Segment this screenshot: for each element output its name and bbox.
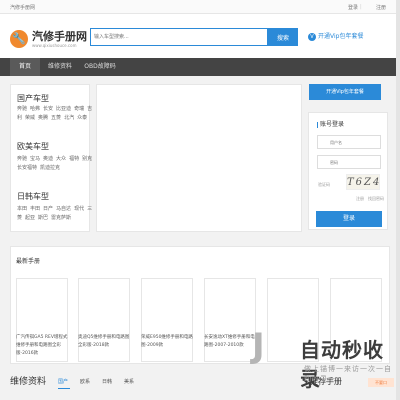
watermark: J 自动秒收录 做上锚博一来访一次一自动收录一 (248, 326, 396, 391)
site-name-small: 汽修手册网 (10, 5, 36, 11)
brand-link[interactable]: 起亚 (25, 215, 35, 221)
category-title-domestic: 国产车型 (17, 94, 49, 103)
brand-link[interactable]: 别克 (82, 156, 92, 162)
latest-title: 最新手册 (16, 258, 41, 265)
brand-link[interactable]: 长安 (43, 106, 53, 112)
page-scrollbar[interactable] (396, 0, 400, 400)
top-bar: 汽修手册网 登录 | 注册 (0, 0, 400, 14)
brand-link[interactable]: 比亚迪 (56, 106, 71, 112)
brand-link[interactable]: 马自达 (56, 206, 71, 212)
brand-link[interactable]: 众泰 (77, 115, 87, 121)
password-field[interactable] (317, 155, 381, 169)
login-button[interactable]: 登录 (316, 211, 382, 227)
brand-link[interactable]: 奥腾 (38, 115, 48, 121)
banner-area (96, 84, 302, 232)
tab-domestic[interactable]: 国产 (58, 378, 68, 385)
captcha-image[interactable]: T6Z4 (346, 174, 380, 190)
manual-card-title[interactable]: 广汽传祺GA5 REV增程式维修手册和电路图全彩版-2016款 (16, 334, 68, 358)
vip-link-label: 开通Vip包年套餐 (318, 33, 364, 40)
brand-link[interactable]: 奔驰 (17, 106, 27, 112)
brand-link[interactable]: 斯巴 (38, 215, 48, 221)
login-title: 账号登录 (317, 119, 344, 128)
brand-link[interactable]: 奔驰 (17, 156, 27, 162)
brand-link[interactable]: 五菱 (51, 115, 61, 121)
wrench-icon[interactable]: 🔧 (10, 30, 28, 48)
tab-european[interactable]: 欧系 (80, 378, 90, 385)
main-nav: 首页 维修资料 OBD故障码 (0, 58, 400, 76)
brand-link[interactable]: 日产 (43, 206, 53, 212)
vip-link[interactable]: V 开通Vip包年套餐 (308, 31, 363, 41)
site-logo-title[interactable]: 汽修手册网 (32, 28, 87, 44)
login-register-link[interactable]: 注册 (356, 196, 364, 202)
search-button[interactable]: 搜索 (268, 28, 298, 46)
captcha-label: 验证码 (318, 182, 330, 187)
active-tab-indicator (58, 388, 70, 389)
top-divider: | (360, 4, 362, 10)
brand-link[interactable]: 雷克萨斯 (51, 215, 71, 221)
brand-link[interactable]: 奇瑞 (74, 106, 84, 112)
vip-package-button[interactable]: 开通Vip包年套餐 (309, 84, 381, 100)
tab-jpkr[interactable]: 日韩 (102, 378, 112, 385)
vip-icon: V (308, 32, 316, 41)
category-links-western: 奔驰 宝马 奥迪 大众 福特 别克长安福特 凯迪拉克 (17, 155, 97, 173)
username-field[interactable] (317, 135, 381, 149)
nav-home[interactable]: 首页 (10, 58, 40, 76)
search-input[interactable] (90, 28, 268, 46)
brand-link[interactable]: 宝马 (30, 156, 40, 162)
register-link[interactable]: 注册 (376, 4, 386, 11)
brand-link[interactable]: 现代 (74, 206, 84, 212)
category-title-western: 欧美车型 (17, 142, 49, 151)
repair-docs-title: 维修资料 (10, 377, 47, 387)
site-domain: www.qixiushouce.com (32, 43, 77, 48)
manual-card-title[interactable]: 奥迪Q5维修手册和电路图全彩版-2018款 (78, 334, 130, 350)
forgot-password-link[interactable]: 找回密码 (368, 196, 384, 202)
tab-american[interactable]: 美系 (124, 378, 134, 385)
brand-link[interactable]: 丰田 (30, 206, 40, 212)
brand-link[interactable]: 大众 (56, 156, 66, 162)
login-title-label: 账号登录 (320, 121, 345, 128)
category-title-jpkr: 日韩车型 (17, 192, 49, 201)
watermark-logo-icon: J (252, 326, 265, 366)
brand-link[interactable]: 长安福特 (17, 165, 37, 171)
nav-repair-docs[interactable]: 维修资料 (42, 58, 78, 76)
category-panel: 国产车型 奔驰 哈弗 长安 比亚迪 奇瑞 吉利 荣威 奥腾 五菱 北汽 众泰 欧美车型 奔驰 宝马 奥迪… (10, 84, 92, 232)
watermark-subtitle: 做上锚博一来访一次一自动收录一 (304, 365, 392, 383)
brand-link[interactable]: 凯迪拉克 (40, 165, 60, 171)
brand-link[interactable]: 荣威 (25, 115, 35, 121)
category-links-domestic: 奔驰 哈弗 长安 比亚迪 奇瑞 吉利 荣威 奥腾 五菱 北汽 众泰 (17, 105, 97, 123)
brand-link[interactable]: 本田 (17, 206, 27, 212)
brand-link[interactable]: 奥迪 (43, 156, 53, 162)
category-links-jpkr: 本田 丰田 日产 马自达 现代 三菱 起亚 斯巴 雷克萨斯 (17, 205, 97, 223)
brand-link[interactable]: 福特 (69, 156, 79, 162)
nav-obd-codes[interactable]: OBD故障码 (80, 58, 120, 76)
brand-link[interactable]: 哈弗 (30, 106, 40, 112)
login-link[interactable]: 登录 (348, 4, 358, 11)
title-accent (317, 121, 318, 128)
brand-link[interactable]: 北汽 (64, 115, 74, 121)
manual-card-title[interactable]: 荣威E950维修手册和电路图-2009款 (141, 334, 193, 350)
